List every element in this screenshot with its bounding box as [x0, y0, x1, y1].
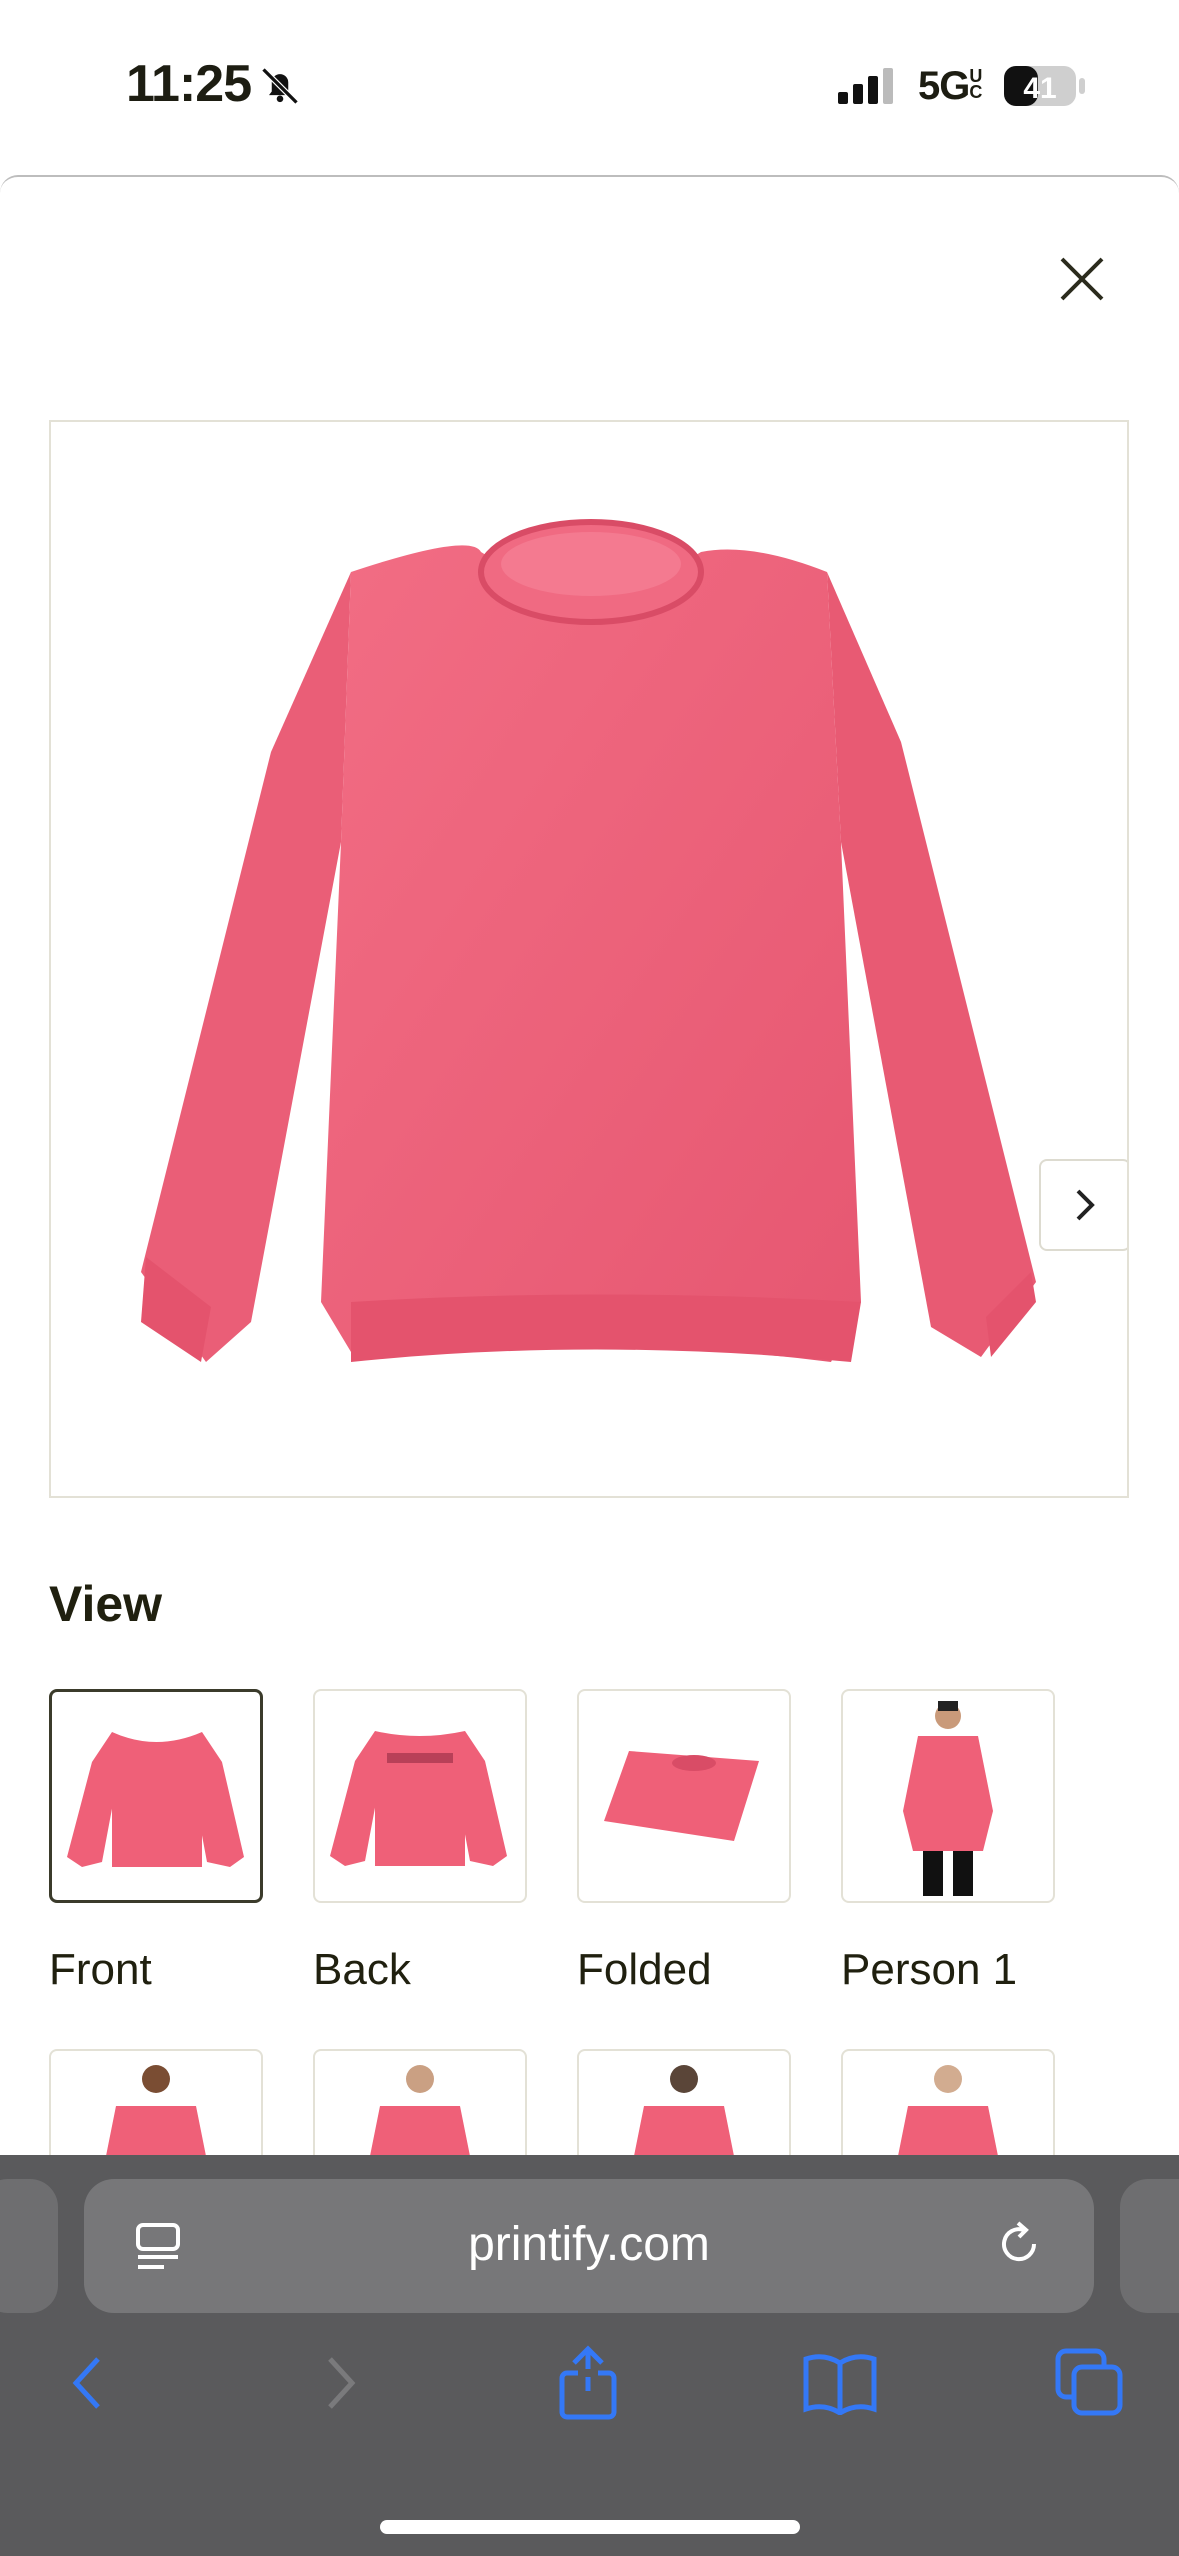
share-button[interactable] [548, 2343, 628, 2423]
url-text: printify.com [468, 2218, 710, 2271]
status-time: 11:25 [126, 55, 252, 113]
chevron-right-icon [328, 2357, 356, 2409]
chevron-left-icon [72, 2357, 100, 2409]
status-bar: 11:25 5GUC 41 [0, 0, 1179, 175]
cellular-signal-icon [838, 68, 898, 109]
home-indicator [380, 2520, 800, 2534]
next-image-button[interactable] [1039, 1159, 1127, 1251]
thumbnail-person-1[interactable] [841, 1689, 1055, 1903]
sweatshirt-image [141, 519, 1036, 1362]
book-icon [803, 2354, 877, 2415]
view-heading: View [49, 1576, 163, 1632]
thumbnail-person-2[interactable] [49, 2049, 263, 2157]
close-icon [1060, 257, 1104, 301]
bell-muted-icon [258, 64, 302, 113]
thumbnail-label-folded: Folded [577, 1945, 712, 1994]
close-button[interactable] [1052, 249, 1112, 309]
bookmarks-button[interactable] [800, 2343, 880, 2423]
browser-toolbar: printify.com [0, 2155, 1179, 2556]
thumbnail-back[interactable] [313, 1689, 527, 1903]
battery-icon: 41 [1003, 64, 1087, 113]
network-sub-label: UC [969, 66, 982, 102]
chevron-right-icon [1076, 1189, 1095, 1221]
reload-icon[interactable] [994, 2219, 1044, 2274]
back-button[interactable] [48, 2343, 128, 2423]
thumbnail-label-person-1: Person 1 [841, 1945, 1018, 1994]
thumbnail-folded[interactable] [577, 1689, 791, 1903]
forward-button[interactable] [300, 2343, 380, 2423]
previous-tab-preview[interactable] [0, 2179, 58, 2313]
tabs-icon [1055, 2348, 1123, 2416]
next-tab-preview[interactable] [1120, 2179, 1179, 2313]
battery-level: 41 [1023, 72, 1056, 105]
tabs-button[interactable] [1050, 2343, 1130, 2423]
thumbnail-label-back: Back [313, 1945, 411, 1994]
thumbnail-person-back[interactable] [577, 2049, 791, 2157]
address-bar[interactable]: printify.com [84, 2179, 1094, 2313]
thumbnail-front[interactable] [49, 1689, 263, 1903]
image-viewer-modal: View Front Back Folded Person 1 [0, 175, 1179, 2157]
thumbnail-person-3[interactable] [313, 2049, 527, 2157]
thumbnail-label-front: Front [49, 1945, 152, 1994]
share-icon [559, 2345, 617, 2420]
network-type: 5GUC [918, 64, 982, 108]
thumbnail-person-4[interactable] [841, 2049, 1055, 2157]
product-main-image [49, 420, 1129, 1498]
